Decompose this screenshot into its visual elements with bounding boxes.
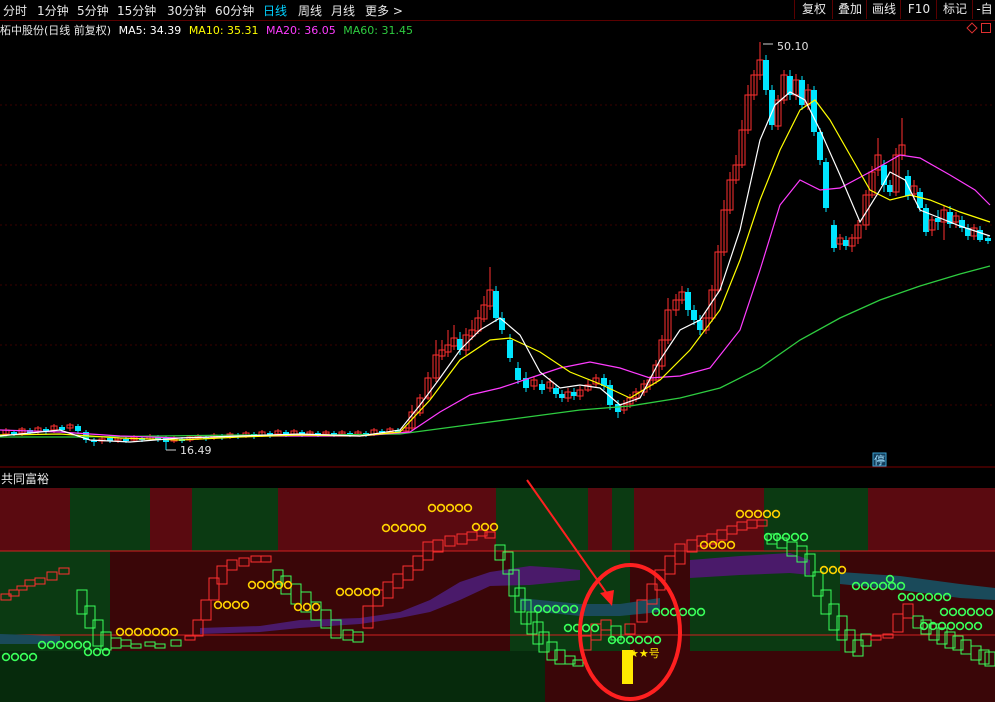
bg-block <box>0 488 70 551</box>
bg-block <box>150 488 192 551</box>
bg-block <box>840 551 995 651</box>
candle-body <box>123 439 129 441</box>
signal-label: ★★号 <box>629 647 660 660</box>
main-grid <box>0 104 995 406</box>
indicator-title: 共同富裕 <box>1 472 50 486</box>
candle-body <box>843 240 849 246</box>
candle-body <box>539 384 545 390</box>
candle-body <box>75 426 81 431</box>
candle-body <box>691 310 697 320</box>
bg-block <box>612 488 634 551</box>
bg-block <box>496 488 588 551</box>
candle-body <box>811 90 817 132</box>
bg-block <box>278 488 364 551</box>
indicator-background <box>0 488 995 702</box>
bg-block <box>764 488 868 551</box>
candle-body <box>11 432 17 434</box>
stop-badge-label: 停 <box>874 453 885 467</box>
candle-body <box>515 368 521 380</box>
kline-chart: 50.10 16.49 停 ★★号 <box>0 40 995 702</box>
candle-body <box>887 185 893 192</box>
candle-body <box>685 292 691 310</box>
high-price-label: 50.10 <box>777 40 809 53</box>
candle-body <box>763 60 769 90</box>
bg-block <box>634 488 764 551</box>
candle-body <box>823 162 829 208</box>
candle-body <box>985 238 991 241</box>
low-price-label: 16.49 <box>180 444 212 457</box>
bg-block <box>70 488 150 551</box>
candle-body <box>799 80 805 105</box>
candle-body <box>571 392 577 396</box>
candle-body <box>831 225 837 248</box>
candle-body <box>507 340 513 358</box>
candle-body <box>559 394 565 398</box>
candle-body <box>493 291 499 318</box>
bg-block <box>588 488 612 551</box>
candle-body <box>553 388 559 394</box>
bg-block <box>192 488 278 551</box>
bg-block <box>868 488 995 551</box>
bg-block <box>0 651 545 702</box>
